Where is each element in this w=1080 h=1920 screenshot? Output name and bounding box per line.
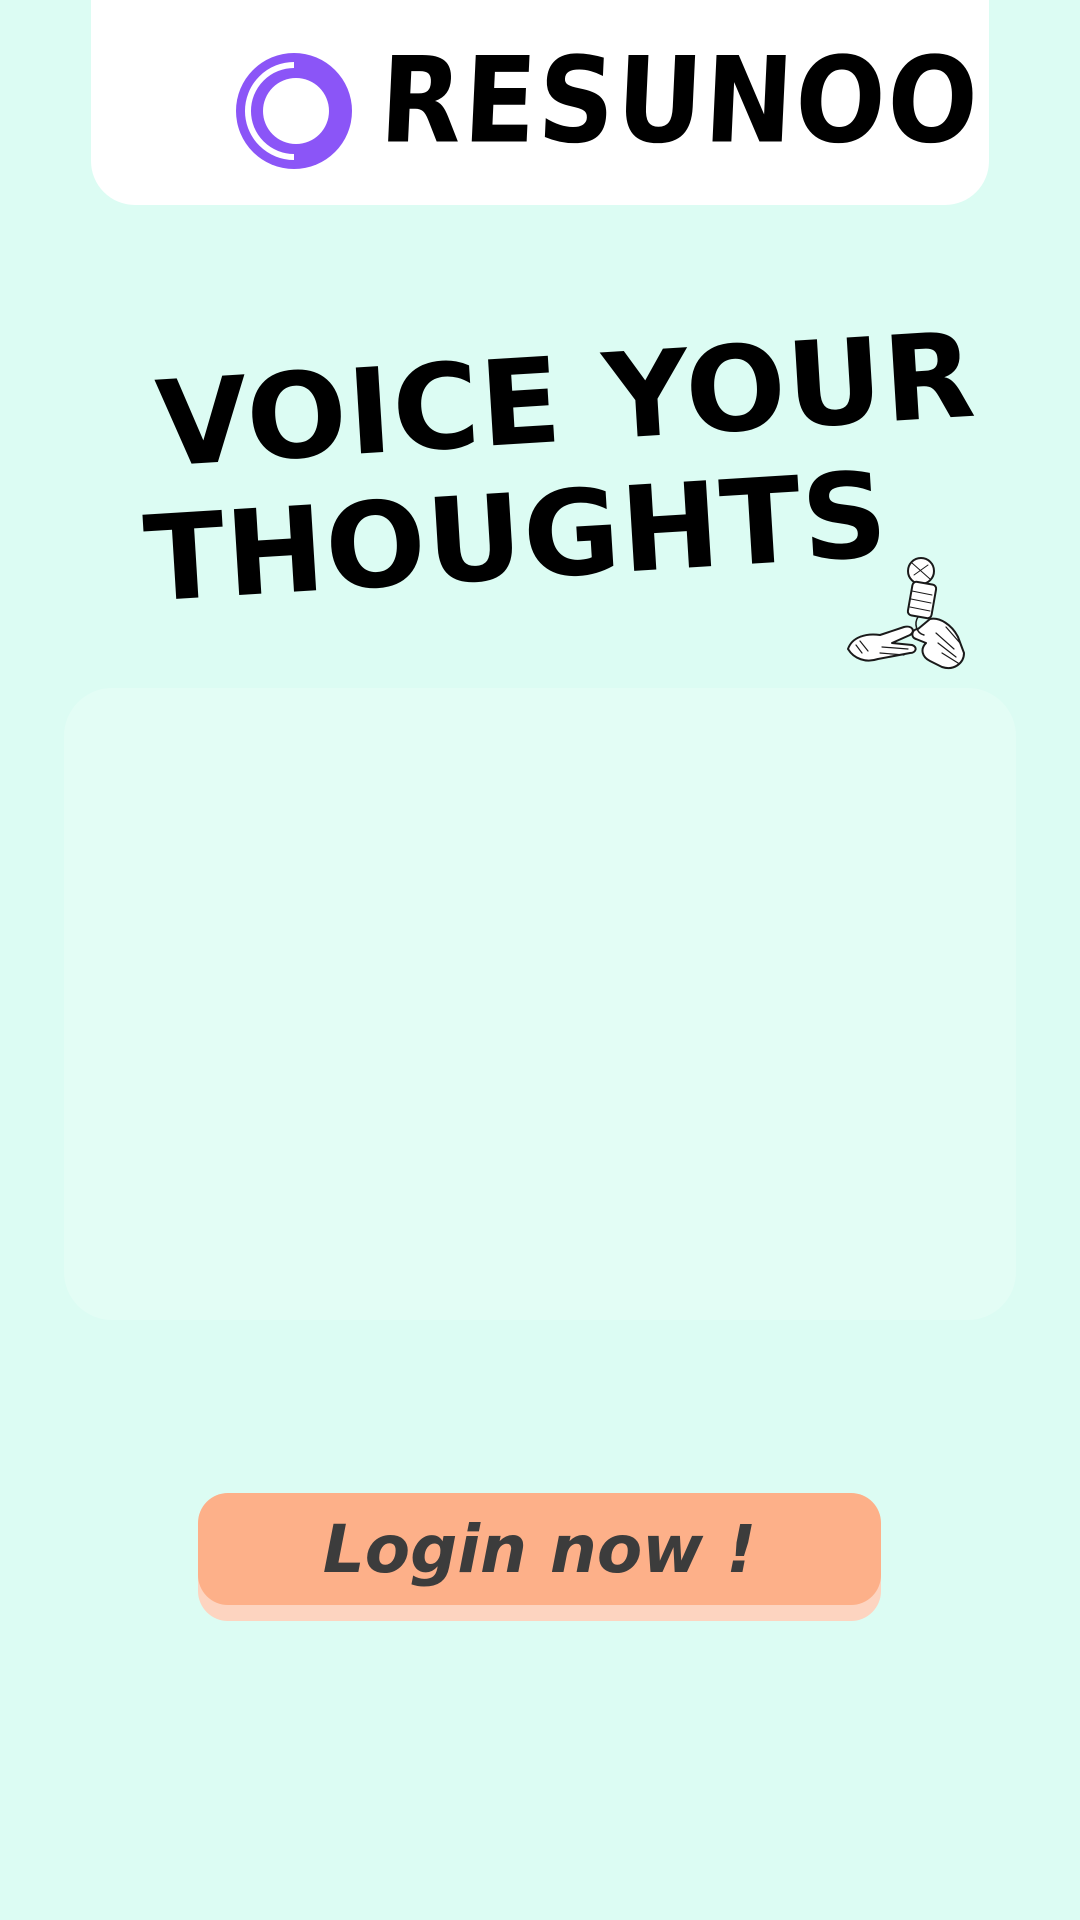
resunoo-logo-icon bbox=[236, 53, 352, 169]
headline: VOICE YOUR THOUGHTS bbox=[140, 306, 979, 629]
login-button-container: Login now ! bbox=[198, 1493, 881, 1621]
login-button-label: Login now ! bbox=[322, 1510, 757, 1588]
hands-holding-microphone-icon bbox=[847, 557, 965, 669]
brand-name: RESUNOO bbox=[377, 31, 983, 170]
login-button[interactable]: Login now ! bbox=[198, 1493, 881, 1605]
content-panel bbox=[64, 688, 1016, 1320]
header: RESUNOO bbox=[91, 0, 989, 205]
